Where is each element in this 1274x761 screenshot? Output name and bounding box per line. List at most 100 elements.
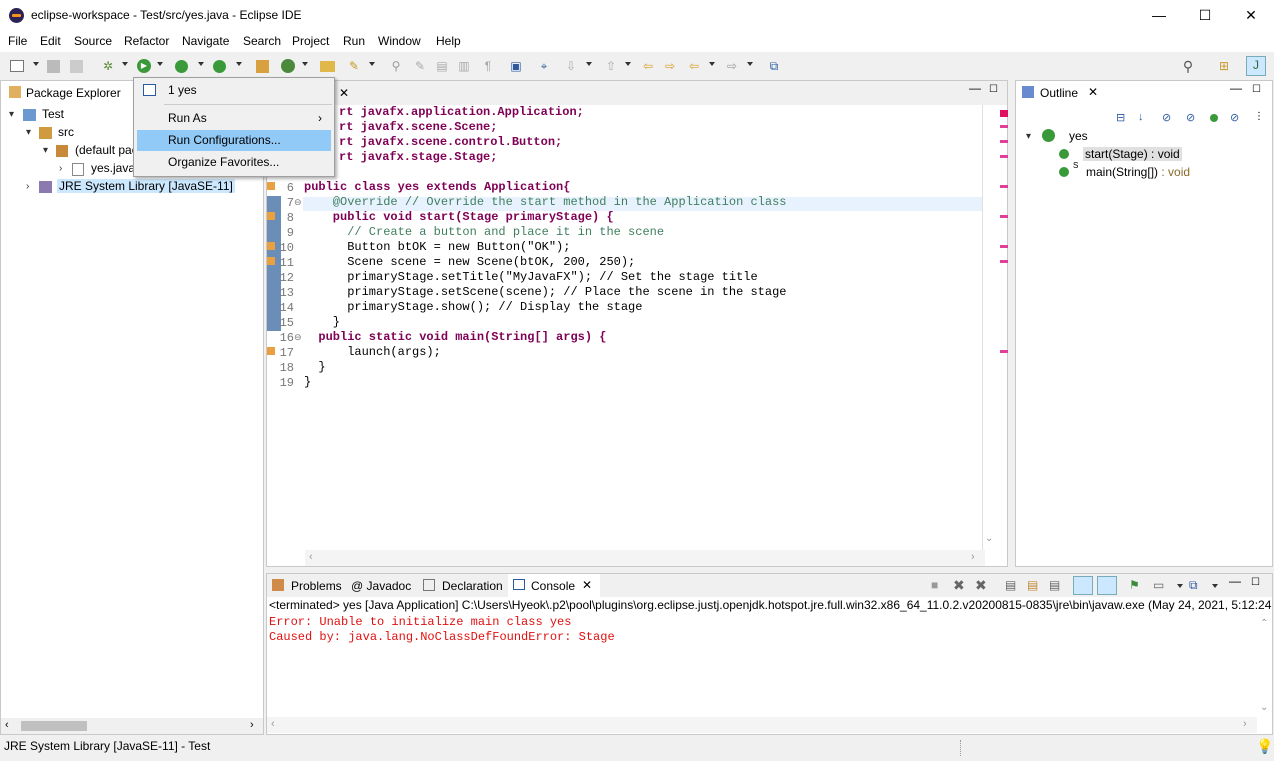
chevron-up-icon[interactable]: ⌃ xyxy=(1260,618,1268,629)
open-console-icon[interactable]: ⧉ xyxy=(1189,578,1198,593)
clear-console-icon[interactable]: ▤ xyxy=(1005,578,1016,592)
code-line-10[interactable]: Button btOK = new Button("OK"); xyxy=(304,240,570,255)
chevron-right-icon[interactable]: › xyxy=(250,719,254,731)
block-select-icon[interactable]: ▥ xyxy=(456,58,472,74)
external-tools-icon[interactable] xyxy=(213,60,226,73)
code-line-18[interactable]: } xyxy=(304,360,325,375)
new-class-icon[interactable] xyxy=(281,59,295,73)
chevron-down-icon[interactable] xyxy=(157,62,163,66)
new-icon[interactable] xyxy=(10,60,24,72)
minimize-icon[interactable]: — xyxy=(1230,81,1242,95)
close-button[interactable]: ✕ xyxy=(1228,0,1274,31)
fold-icon[interactable]: ⊖ xyxy=(294,197,302,208)
run-as-item[interactable]: Run As › xyxy=(137,108,331,129)
tip-lightbulb-icon[interactable]: 💡 xyxy=(1256,738,1273,755)
pin-icon[interactable]: ⚲ xyxy=(388,58,404,74)
overview-error-mark[interactable] xyxy=(1000,125,1008,128)
next-annotation-icon[interactable]: ⇩ xyxy=(563,58,579,74)
scroll-lock-icon[interactable]: ▤ xyxy=(1027,578,1038,592)
code-line-11[interactable]: Scene scene = new Scene(btOK, 200, 250); xyxy=(304,255,635,270)
overview-error-mark[interactable] xyxy=(1000,260,1008,263)
toggle-mark-icon[interactable]: ▤ xyxy=(434,58,450,74)
tree-item-src[interactable]: src xyxy=(58,125,74,139)
chevron-down-icon[interactable]: ▾ xyxy=(1026,131,1031,142)
chevron-down-icon[interactable]: ▾ xyxy=(43,145,48,156)
chevron-down-icon[interactable] xyxy=(198,62,204,66)
whitespace-icon[interactable]: ¶ xyxy=(480,58,496,74)
hide-fields-icon[interactable]: ⊘ xyxy=(1162,111,1176,125)
word-wrap-icon[interactable]: ▤ xyxy=(1049,578,1060,592)
console-view-icon[interactable]: ▣ xyxy=(508,58,524,74)
menu-file[interactable]: File xyxy=(8,34,27,48)
chevron-left-icon[interactable]: ‹ xyxy=(5,719,9,731)
pin-console-icon[interactable]: ⚑ xyxy=(1129,578,1140,592)
tab-console[interactable]: Console ✕ xyxy=(508,574,600,597)
open-perspective-icon[interactable]: ⧉ xyxy=(766,58,782,74)
new-package-icon[interactable] xyxy=(256,60,269,73)
menu-window[interactable]: Window xyxy=(378,34,421,48)
code-line-12[interactable]: primaryStage.setTitle("MyJavaFX"); // Se… xyxy=(304,270,757,285)
package-explorer-tab[interactable]: Package Explorer xyxy=(26,86,121,100)
code-line-2[interactable]: rt javafx.scene.Scene; xyxy=(339,120,497,135)
sort-icon[interactable]: ↓ xyxy=(1138,111,1152,125)
chevron-down-icon[interactable] xyxy=(33,62,39,66)
outline-method-main[interactable]: main(String[]) : void xyxy=(1086,165,1190,179)
menu-refactor[interactable]: Refactor xyxy=(124,34,169,48)
chevron-down-icon[interactable]: ▾ xyxy=(9,109,14,120)
search-icon[interactable]: ✎ xyxy=(346,58,362,74)
overview-error-mark[interactable] xyxy=(1000,350,1008,353)
chevron-down-icon[interactable] xyxy=(302,62,308,66)
outline-method-start[interactable]: start(Stage) : void xyxy=(1083,147,1182,161)
tab-declaration[interactable]: Declaration xyxy=(442,579,503,593)
code-line-7[interactable]: @Override // Override the start method i… xyxy=(304,195,787,210)
menu-navigate[interactable]: Navigate xyxy=(182,34,229,48)
overview-error-mark[interactable] xyxy=(1000,110,1008,117)
code-line-9[interactable]: // Create a button and place it in the s… xyxy=(304,225,664,240)
back-icon[interactable]: ⇦ xyxy=(686,58,702,74)
chevron-right-icon[interactable]: › xyxy=(59,163,62,174)
overview-error-mark[interactable] xyxy=(1000,245,1008,248)
close-icon[interactable]: ✕ xyxy=(582,578,592,592)
chevron-left-icon[interactable]: ‹ xyxy=(271,718,275,730)
menu-search[interactable]: Search xyxy=(243,34,281,48)
minimize-icon[interactable]: — xyxy=(1229,574,1241,588)
outline-tab[interactable]: Outline xyxy=(1040,86,1078,100)
code-line-6[interactable]: public class yes extends Application{ xyxy=(304,180,570,195)
tree-item-yes-java[interactable]: yes.java xyxy=(91,161,135,175)
save-icon[interactable] xyxy=(47,60,60,73)
code-line-8[interactable]: public void start(Stage primaryStage) { xyxy=(304,210,614,225)
chevron-right-icon[interactable]: › xyxy=(26,181,29,192)
code-line-13[interactable]: primaryStage.setScene(scene); // Place t… xyxy=(304,285,786,300)
tree-item-jre-library[interactable]: JRE System Library [JavaSE-11] xyxy=(57,179,235,193)
close-icon[interactable]: ✕ xyxy=(1088,85,1098,99)
chevron-down-icon[interactable] xyxy=(747,62,753,66)
overview-error-mark[interactable] xyxy=(1000,155,1008,158)
maximize-icon[interactable]: ☐ xyxy=(989,84,998,95)
search-icon[interactable]: ⚲ xyxy=(1180,58,1196,74)
next-edit-icon[interactable]: ⇨ xyxy=(662,58,678,74)
tab-problems[interactable]: Problems xyxy=(291,579,342,593)
open-type-icon[interactable] xyxy=(320,61,335,72)
code-line-15[interactable]: } xyxy=(304,315,340,330)
display-console-icon[interactable]: ▭ xyxy=(1153,578,1164,592)
last-edit-icon[interactable]: ⇦ xyxy=(640,58,656,74)
maximize-icon[interactable]: ☐ xyxy=(1252,84,1261,95)
tree-item-default-package[interactable]: (default pac xyxy=(75,143,138,157)
fold-icon[interactable]: ⊖ xyxy=(294,332,302,343)
menu-source[interactable]: Source xyxy=(74,34,112,48)
chevron-down-icon[interactable] xyxy=(709,62,715,66)
edit-icon[interactable]: ✎ xyxy=(412,58,428,74)
overview-error-mark[interactable] xyxy=(1000,215,1008,218)
chevron-down-icon[interactable] xyxy=(625,62,631,66)
code-line-17[interactable]: launch(args); xyxy=(304,345,441,360)
chevron-down-icon[interactable] xyxy=(1177,584,1183,588)
code-line-3[interactable]: rt javafx.scene.control.Button; xyxy=(339,135,562,150)
show-stderr-icon[interactable] xyxy=(1097,576,1117,595)
chevron-left-icon[interactable]: ‹ xyxy=(309,551,313,563)
code-line-19[interactable]: } xyxy=(304,375,311,390)
java-perspective-icon[interactable]: J xyxy=(1246,56,1266,76)
forward-icon[interactable]: ⇨ xyxy=(724,58,740,74)
hide-local-types-icon[interactable]: ⊘ xyxy=(1230,111,1244,125)
chevron-down-icon[interactable]: ⌄ xyxy=(985,533,993,544)
menu-edit[interactable]: Edit xyxy=(40,34,61,48)
